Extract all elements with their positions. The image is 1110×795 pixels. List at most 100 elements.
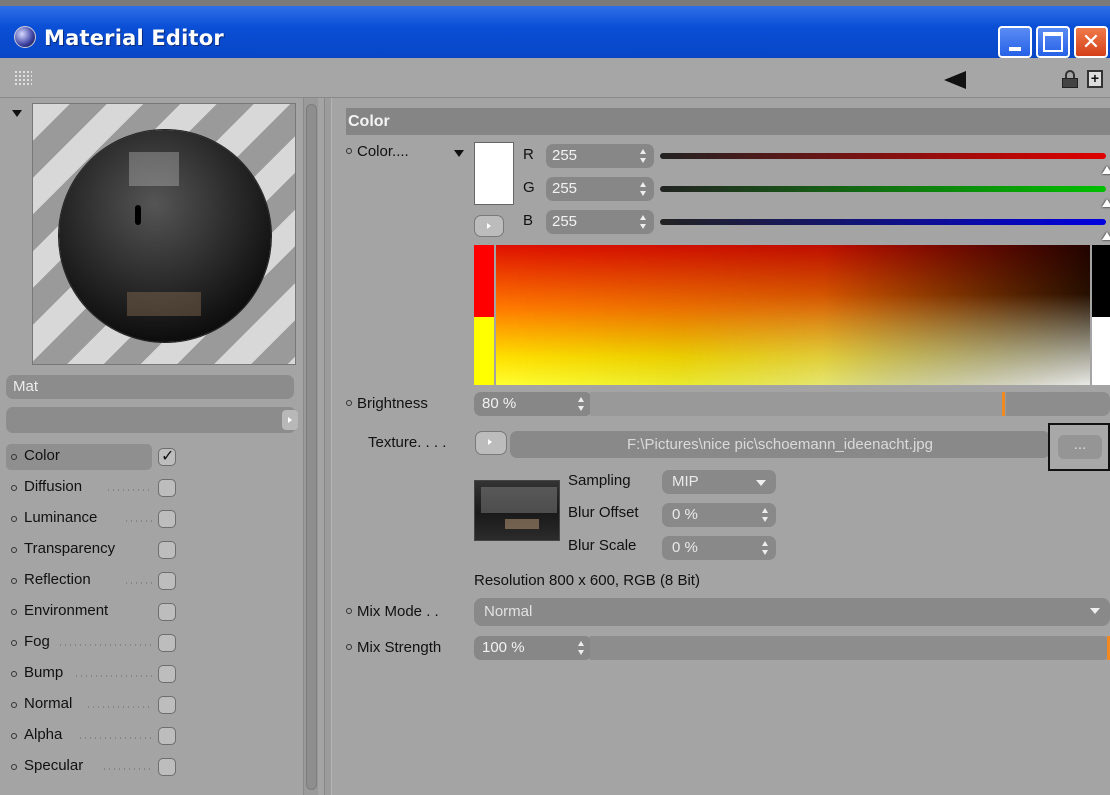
- texture-thumbnail[interactable]: [474, 480, 560, 541]
- material-preview[interactable]: [32, 103, 296, 365]
- maximize-button[interactable]: [1036, 26, 1070, 58]
- channel-label: Environment: [24, 602, 109, 619]
- mix-mode-dropdown[interactable]: Normal: [474, 598, 1110, 626]
- slider-knob[interactable]: [1102, 199, 1110, 207]
- material-list-panel: Mat Color ✓ Diffusion Luminance Transpar…: [0, 98, 318, 795]
- texture-menu-button[interactable]: [475, 431, 507, 455]
- scrollbar-thumb[interactable]: [306, 104, 317, 790]
- collapse-triangle-icon[interactable]: [12, 110, 22, 117]
- channel-label: Bump: [24, 664, 64, 681]
- mix-strength-field[interactable]: 100 %: [474, 636, 592, 660]
- slider-marker[interactable]: [1002, 392, 1005, 416]
- spinner-icon[interactable]: [578, 641, 584, 655]
- channel-checkbox[interactable]: [158, 541, 176, 559]
- resolution-text: Resolution 800 x 600, RGB (8 Bit): [474, 572, 700, 589]
- mix-strength-slider[interactable]: [590, 636, 1110, 660]
- slider-knob[interactable]: [1102, 232, 1110, 240]
- channel-checkbox[interactable]: [158, 696, 176, 714]
- channel-label: Diffusion: [24, 478, 83, 495]
- channel-environment[interactable]: Environment: [6, 597, 300, 628]
- channel-transparency[interactable]: Transparency: [6, 535, 300, 566]
- material-name-field[interactable]: Mat: [6, 375, 294, 399]
- blur-scale-field[interactable]: 0 %: [662, 536, 776, 560]
- left-scrollbar[interactable]: [303, 98, 318, 795]
- material-selector-bar[interactable]: [6, 407, 298, 433]
- color-mode-dropdown-icon[interactable]: [454, 150, 464, 157]
- red-label: R: [523, 146, 534, 163]
- channel-diffusion[interactable]: Diffusion: [6, 473, 300, 504]
- material-arrow-button[interactable]: [282, 410, 298, 430]
- channel-alpha[interactable]: Alpha: [6, 721, 300, 752]
- channel-normal[interactable]: Normal: [6, 690, 300, 721]
- green-field[interactable]: 255: [546, 177, 654, 201]
- channel-label: Alpha: [24, 726, 63, 743]
- channel-color[interactable]: Color ✓: [6, 442, 300, 473]
- brightness-slider[interactable]: [590, 392, 1110, 416]
- back-arrow-icon[interactable]: [944, 71, 966, 89]
- blue-slider[interactable]: [660, 219, 1110, 240]
- minimize-icon: [1000, 28, 1030, 56]
- color-channel-panel: Color Color.... R 255 G 255 B 255 Bright…: [332, 98, 1110, 795]
- white-swatch[interactable]: [1092, 317, 1110, 385]
- texture-browse-button[interactable]: ...: [1048, 423, 1110, 471]
- channel-checkbox[interactable]: [158, 727, 176, 745]
- color-swatch[interactable]: [474, 142, 514, 205]
- red-row: R 255: [520, 143, 1110, 174]
- spinner-icon[interactable]: [762, 508, 768, 522]
- channel-checkbox[interactable]: [158, 479, 176, 497]
- color-picker[interactable]: [474, 245, 1110, 385]
- maximize-icon: [1038, 28, 1068, 56]
- channel-reflection[interactable]: Reflection: [6, 566, 300, 597]
- sampling-label: Sampling: [568, 472, 631, 489]
- channel-label: Fog: [24, 633, 50, 650]
- slider-knob[interactable]: [1102, 166, 1110, 174]
- channel-checkbox[interactable]: [158, 510, 176, 528]
- red-slider[interactable]: [660, 153, 1110, 174]
- brightness-field[interactable]: 80 %: [474, 392, 592, 416]
- hue-strip-yellow[interactable]: [474, 317, 494, 385]
- channel-luminance[interactable]: Luminance: [6, 504, 300, 535]
- color-gradient-field[interactable]: [496, 245, 1090, 385]
- minimize-button[interactable]: [998, 26, 1032, 58]
- red-field[interactable]: 255: [546, 144, 654, 168]
- color-label: Color....: [346, 143, 409, 160]
- channel-checkbox[interactable]: [158, 758, 176, 776]
- channel-checkbox[interactable]: [158, 603, 176, 621]
- spinner-icon[interactable]: [578, 397, 584, 411]
- channel-label: Transparency: [24, 540, 116, 557]
- channel-checkbox[interactable]: [158, 634, 176, 652]
- channel-checkbox[interactable]: [158, 665, 176, 683]
- section-header: Color: [346, 108, 1110, 135]
- blue-label: B: [523, 212, 534, 229]
- channel-specular[interactable]: Specular: [6, 752, 300, 783]
- spinner-icon[interactable]: [640, 182, 646, 196]
- preview-sphere: [59, 130, 271, 342]
- channel-fog[interactable]: Fog: [6, 628, 300, 659]
- color-mode-button[interactable]: [474, 215, 504, 237]
- spinner-icon[interactable]: [640, 149, 646, 163]
- texture-path-field[interactable]: F:\Pictures\nice pic\schoemann_ideenacht…: [510, 431, 1050, 458]
- sampling-dropdown[interactable]: MIP: [662, 470, 776, 494]
- channel-checkbox[interactable]: [158, 572, 176, 590]
- black-swatch[interactable]: [1092, 245, 1110, 317]
- spinner-icon[interactable]: [762, 541, 768, 555]
- mix-mode-label: Mix Mode . .: [346, 603, 439, 620]
- channel-checkbox[interactable]: ✓: [158, 448, 176, 466]
- blue-field[interactable]: 255: [546, 210, 654, 234]
- toolbar: +: [0, 58, 1110, 98]
- green-row: G 255: [520, 176, 1110, 207]
- new-window-icon[interactable]: +: [1087, 70, 1103, 88]
- channel-label: Reflection: [24, 571, 91, 588]
- hue-strip-red[interactable]: [474, 245, 494, 317]
- grip-icon[interactable]: [14, 70, 32, 86]
- blur-offset-field[interactable]: 0 %: [662, 503, 776, 527]
- panel-divider[interactable]: [324, 98, 332, 795]
- close-button[interactable]: ✕: [1074, 26, 1108, 58]
- lock-icon[interactable]: [1062, 70, 1078, 88]
- channel-list: Color ✓ Diffusion Luminance Transparency…: [6, 442, 300, 783]
- blur-offset-label: Blur Offset: [568, 504, 639, 521]
- green-slider[interactable]: [660, 186, 1110, 207]
- checkmark-icon: ✓: [161, 448, 175, 465]
- channel-bump[interactable]: Bump: [6, 659, 300, 690]
- spinner-icon[interactable]: [640, 215, 646, 229]
